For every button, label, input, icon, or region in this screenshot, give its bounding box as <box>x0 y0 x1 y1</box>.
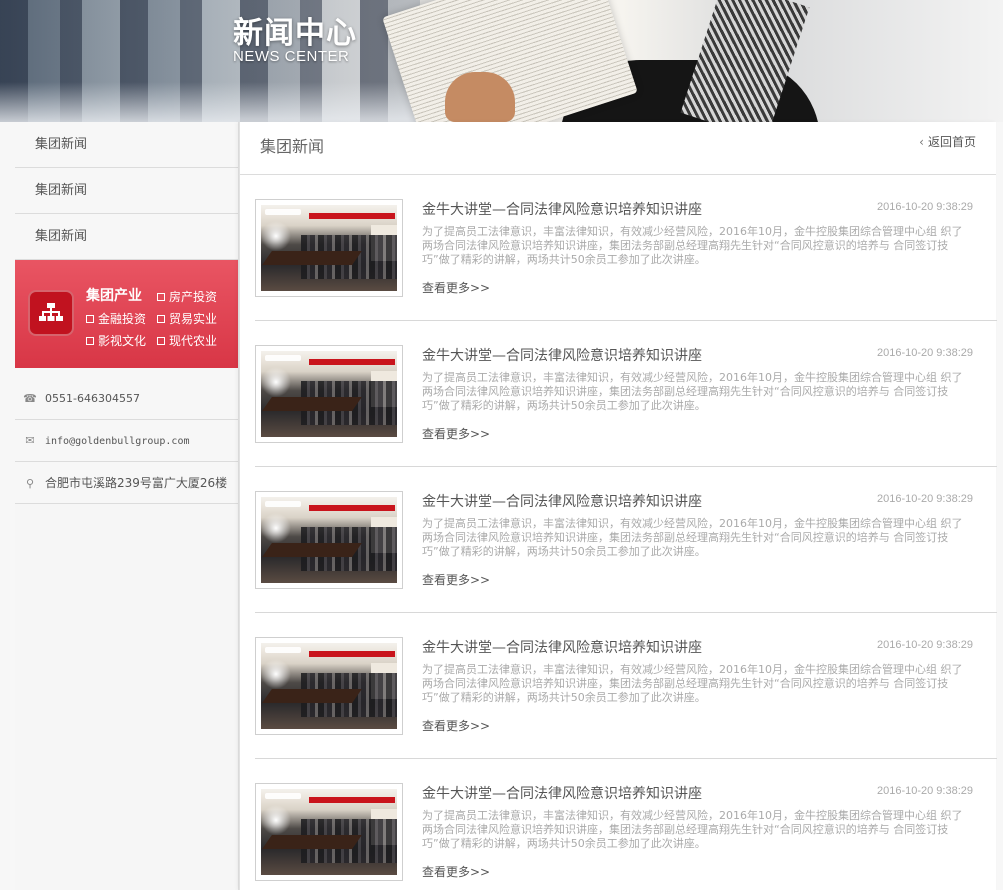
bullet-box-icon <box>86 314 94 323</box>
read-more-link[interactable]: 查看更多>> <box>422 717 490 734</box>
news-title[interactable]: 金牛大讲堂—合同法律风险意识培养知识讲座 <box>422 345 702 365</box>
news-title[interactable]: 金牛大讲堂—合同法律风险意识培养知识讲座 <box>422 637 702 657</box>
banner-hand <box>445 72 515 122</box>
news-date: 2016-10-20 9:38:29 <box>876 639 973 651</box>
industry-panel: 集团产业 房产投资 金融投资 贸易实业 影视文化 现代农业 <box>15 260 238 368</box>
bullet-box-icon <box>86 336 94 345</box>
contact-address: ⚲ 合肥市屯溪路239号富广大厦26楼 <box>15 462 238 504</box>
news-thumbnail[interactable] <box>255 783 403 881</box>
news-thumbnail[interactable] <box>255 491 403 589</box>
org-chart-icon <box>28 290 74 336</box>
meeting-photo <box>261 789 397 875</box>
phone-icon: ☎ <box>23 392 37 405</box>
page-title: 集团新闻 <box>260 137 325 156</box>
sidebar-item-group-news[interactable]: 集团新闻 <box>15 122 238 168</box>
contact-email-value: info@goldenbullgroup.com <box>45 436 190 447</box>
news-title[interactable]: 金牛大讲堂—合同法律风险意识培养知识讲座 <box>422 491 702 511</box>
back-home-link[interactable]: ‹ 返回首页 <box>919 133 976 150</box>
main-header: 集团新闻 ‹ 返回首页 <box>240 122 996 175</box>
right-gutter <box>996 122 1003 890</box>
news-summary: 为了提高员工法律意识，丰富法律知识，有效减少经营风险，2016年10月，金牛控股… <box>422 517 963 558</box>
industry-link-agriculture[interactable]: 现代农业 <box>157 332 217 349</box>
meeting-photo <box>261 351 397 437</box>
contact-email: ✉ info@goldenbullgroup.com <box>15 420 238 462</box>
meeting-photo <box>261 497 397 583</box>
industry-link-label: 房产投资 <box>169 290 218 304</box>
back-home-label: 返回首页 <box>927 135 976 149</box>
sidebar-item-group-news[interactable]: 集团新闻 <box>15 214 238 260</box>
news-thumbnail[interactable] <box>255 199 403 297</box>
mail-icon: ✉ <box>25 434 35 447</box>
meeting-photo <box>261 643 397 729</box>
news-thumbnail[interactable] <box>255 345 403 443</box>
news-date: 2016-10-20 9:38:29 <box>876 201 973 213</box>
industry-link-label: 贸易实业 <box>169 312 218 326</box>
location-pin-icon: ⚲ <box>25 477 35 490</box>
news-date: 2016-10-20 9:38:29 <box>876 785 973 797</box>
news-item: 金牛大讲堂—合同法律风险意识培养知识讲座 2016-10-20 9:38:29 … <box>255 175 997 321</box>
contact-phone-value: 0551-646304557 <box>45 392 140 405</box>
chevron-left-icon: ‹ <box>919 135 924 149</box>
news-summary: 为了提高员工法律意识，丰富法律知识，有效减少经营风险，2016年10月，金牛控股… <box>422 225 963 266</box>
main-content: 集团新闻 ‹ 返回首页 金牛大讲堂—合同法律风险意识培养知识讲座 2016-10-… <box>239 122 997 890</box>
news-title[interactable]: 金牛大讲堂—合同法律风险意识培养知识讲座 <box>422 783 702 803</box>
left-gutter <box>0 122 15 890</box>
read-more-link[interactable]: 查看更多>> <box>422 279 490 296</box>
news-item: 金牛大讲堂—合同法律风险意识培养知识讲座 2016-10-20 9:38:29 … <box>255 613 997 759</box>
read-more-link[interactable]: 查看更多>> <box>422 425 490 442</box>
sidebar-spacer <box>15 368 238 378</box>
news-title[interactable]: 金牛大讲堂—合同法律风险意识培养知识讲座 <box>422 199 702 219</box>
bullet-box-icon <box>157 336 165 345</box>
news-item: 金牛大讲堂—合同法律风险意识培养知识讲座 2016-10-20 9:38:29 … <box>255 759 997 890</box>
news-date: 2016-10-20 9:38:29 <box>876 347 973 359</box>
read-more-link[interactable]: 查看更多>> <box>422 571 490 588</box>
news-date: 2016-10-20 9:38:29 <box>876 493 973 505</box>
read-more-link[interactable]: 查看更多>> <box>422 863 490 880</box>
industry-link-label: 影视文化 <box>98 334 147 348</box>
bullet-box-icon <box>157 314 165 323</box>
news-thumbnail[interactable] <box>255 637 403 735</box>
news-item: 金牛大讲堂—合同法律风险意识培养知识讲座 2016-10-20 9:38:29 … <box>255 321 997 467</box>
contact-phone: ☎ 0551-646304557 <box>15 378 238 420</box>
contact-address-value: 合肥市屯溪路239号富广大厦26楼 <box>45 476 228 490</box>
news-summary: 为了提高员工法律意识，丰富法律知识，有效减少经营风险，2016年10月，金牛控股… <box>422 809 963 850</box>
page-banner: 新闻中心 NEWS CENTER <box>0 0 1003 122</box>
industry-link-finance[interactable]: 金融投资 <box>86 310 146 327</box>
news-item: 金牛大讲堂—合同法律风险意识培养知识讲座 2016-10-20 9:38:29 … <box>255 467 997 613</box>
industry-link-film[interactable]: 影视文化 <box>86 332 146 349</box>
industry-link-trade[interactable]: 贸易实业 <box>157 310 217 327</box>
sidebar: 集团新闻 集团新闻 集团新闻 集团产业 房产投资 金融投资 贸易实业 影视文化 … <box>15 122 239 890</box>
industry-link-label: 现代农业 <box>169 334 218 348</box>
banner-title: 新闻中心 <box>233 16 357 51</box>
news-summary: 为了提高员工法律意识，丰富法律知识，有效减少经营风险，2016年10月，金牛控股… <box>422 371 963 412</box>
industry-link-label: 金融投资 <box>98 312 147 326</box>
banner-subtitle: NEWS CENTER <box>233 48 350 65</box>
industry-link-real-estate[interactable]: 房产投资 <box>157 288 217 305</box>
sidebar-item-group-news[interactable]: 集团新闻 <box>15 168 238 214</box>
bullet-box-icon <box>157 292 165 301</box>
meeting-photo <box>261 205 397 291</box>
news-summary: 为了提高员工法律意识，丰富法律知识，有效减少经营风险，2016年10月，金牛控股… <box>422 663 963 704</box>
industry-title: 集团产业 <box>86 288 142 304</box>
